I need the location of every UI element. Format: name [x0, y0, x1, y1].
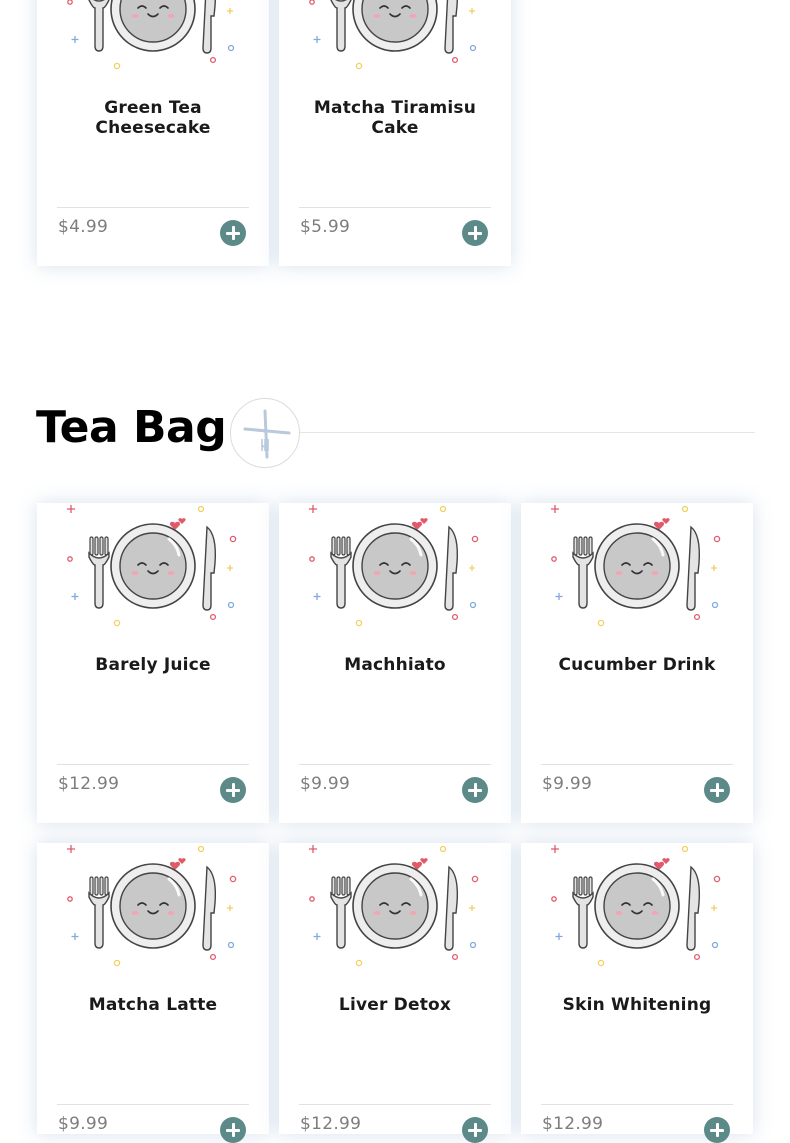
plate-with-fork-knife-icon: [37, 503, 269, 631]
plate-with-fork-knife-icon: [37, 0, 269, 74]
plate-with-fork-knife-icon: [279, 843, 511, 971]
card-divider: [299, 207, 491, 208]
product-name: Barely Juice: [95, 655, 211, 675]
product-card[interactable]: Machhiato $9.99: [279, 503, 511, 823]
product-card[interactable]: Green Tea Cheesecake $4.99: [37, 0, 269, 266]
plate-with-fork-knife-icon: [279, 0, 511, 74]
category-title: Tea Bag: [36, 402, 227, 453]
plate-with-fork-knife-icon: [279, 503, 511, 631]
product-price: $5.99: [300, 217, 351, 237]
product-name: Cucumber Drink: [558, 655, 716, 675]
product-name: Liver Detox: [338, 995, 452, 1015]
plus-circle-icon[interactable]: [462, 220, 488, 246]
plus-circle-icon[interactable]: [220, 220, 246, 246]
product-name: Matcha Tiramisu Cake: [313, 98, 477, 138]
product-price: $12.99: [300, 1114, 362, 1134]
card-divider: [57, 764, 249, 765]
product-price: $9.99: [58, 1114, 109, 1134]
product-card[interactable]: Skin Whitening $12.99: [521, 843, 753, 1143]
plus-circle-icon[interactable]: [220, 777, 246, 803]
product-card[interactable]: Cucumber Drink $9.99: [521, 503, 753, 823]
plate-with-fork-knife-icon: [37, 843, 269, 971]
product-card[interactable]: Liver Detox $12.99: [279, 843, 511, 1143]
plate-with-fork-knife-icon: [521, 503, 753, 631]
product-price: $12.99: [58, 774, 120, 794]
card-divider: [57, 207, 249, 208]
product-card[interactable]: Matcha Tiramisu Cake $5.99: [279, 0, 511, 266]
product-name: Skin Whitening: [562, 995, 712, 1015]
product-price: $9.99: [542, 774, 593, 794]
product-name: Machhiato: [344, 655, 446, 675]
plus-circle-icon[interactable]: [220, 1117, 246, 1143]
category-divider: [300, 432, 755, 433]
plus-circle-icon[interactable]: [704, 777, 730, 803]
product-name: Green Tea Cheesecake: [95, 98, 211, 138]
product-name: Matcha Latte: [88, 995, 218, 1015]
product-price: $12.99: [542, 1114, 604, 1134]
plus-circle-icon[interactable]: [704, 1117, 730, 1143]
product-card[interactable]: Matcha Latte $9.99: [37, 843, 269, 1143]
card-divider: [57, 1104, 249, 1105]
product-card[interactable]: Barely Juice $12.99: [37, 503, 269, 823]
card-divider: [541, 1104, 733, 1105]
plus-circle-icon[interactable]: [462, 1117, 488, 1143]
product-price: $4.99: [58, 217, 109, 237]
fork-knife-icon: [230, 398, 300, 468]
card-divider: [541, 764, 733, 765]
card-divider: [299, 764, 491, 765]
plate-with-fork-knife-icon: [521, 843, 753, 971]
product-price: $9.99: [300, 774, 351, 794]
plus-circle-icon[interactable]: [462, 777, 488, 803]
card-divider: [299, 1104, 491, 1105]
